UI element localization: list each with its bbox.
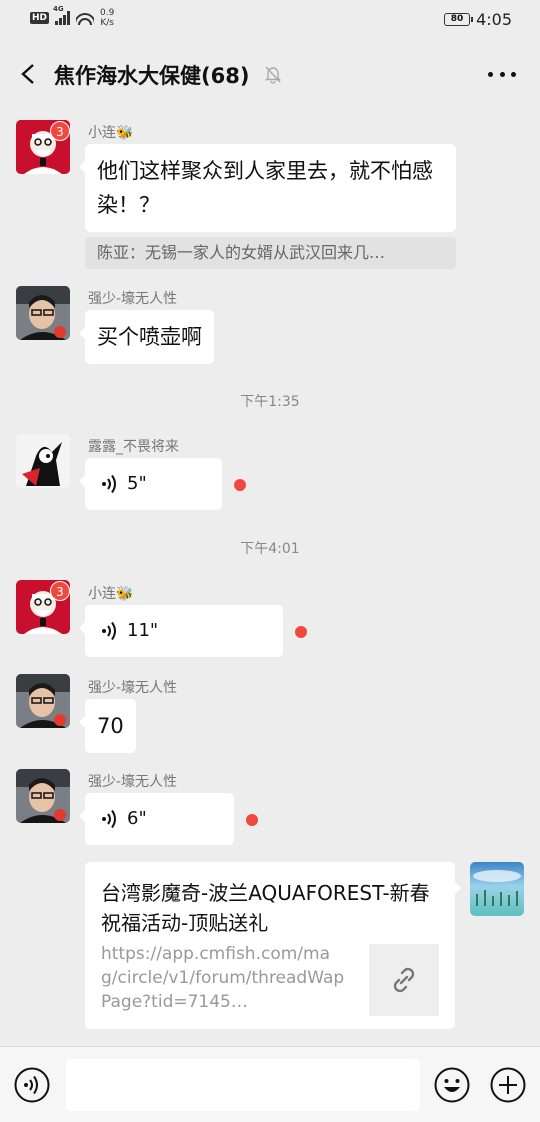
avatar-man[interactable] bbox=[16, 769, 70, 823]
sender-name: 露露_不畏将来 bbox=[88, 439, 179, 455]
sender-name: 小连🐝 bbox=[88, 586, 134, 602]
message-input[interactable] bbox=[66, 1059, 420, 1111]
status-left: HD 4G 0.9 K/s bbox=[30, 5, 114, 28]
voice-wave-icon bbox=[102, 809, 116, 829]
sender-name: 小连🐝 bbox=[88, 125, 134, 141]
link-url: https://app.cmfish.com/mag/circle/v1/for… bbox=[101, 944, 345, 1012]
unread-badge: 3 bbox=[50, 121, 70, 141]
status-right: 80 4:05 bbox=[444, 10, 512, 29]
sender-name: 强少-壕无人性 bbox=[88, 680, 178, 696]
status-bar: HD 4G 0.9 K/s 80 4:05 bbox=[0, 0, 540, 40]
message-bubble[interactable]: 买个喷壶啊 bbox=[79, 310, 214, 364]
sender-name: 强少-壕无人性 bbox=[88, 774, 178, 790]
chat-title: 焦作海水大保健(68) bbox=[54, 64, 250, 88]
voice-message[interactable]: 6" bbox=[79, 793, 234, 845]
avatar-man[interactable] bbox=[16, 674, 70, 728]
unread-dot bbox=[295, 626, 307, 638]
voice-input-icon[interactable] bbox=[14, 1067, 50, 1103]
speed-unit: K/s bbox=[100, 18, 114, 28]
chat-header: 焦作海水大保健(68) bbox=[0, 44, 540, 104]
voice-wave-icon bbox=[102, 621, 116, 641]
unread-dot bbox=[246, 814, 258, 826]
link-icon bbox=[393, 967, 415, 993]
avatar-self[interactable] bbox=[470, 862, 524, 916]
message-text: 买个喷壶啊 bbox=[97, 325, 202, 349]
message-text: 他们这样聚众到人家里去，就不怕感染！？ bbox=[97, 159, 433, 217]
time-divider: 下午1:35 bbox=[240, 394, 300, 410]
message-bubble[interactable]: 70 bbox=[79, 699, 136, 753]
avatar-man[interactable] bbox=[16, 286, 70, 340]
voice-message[interactable]: 5" bbox=[79, 458, 222, 510]
plus-icon[interactable] bbox=[490, 1067, 526, 1103]
link-card[interactable]: 台湾影魔奇-波兰AQUAFOREST-新春祝福活动-顶贴送礼 https://a… bbox=[85, 862, 461, 1029]
wifi-icon bbox=[76, 11, 94, 25]
unread-dot bbox=[234, 479, 246, 491]
voice-duration: 5" bbox=[127, 473, 147, 494]
more-icon[interactable] bbox=[488, 72, 516, 78]
voice-duration: 11" bbox=[127, 620, 159, 641]
signal-icon: 4G bbox=[53, 5, 71, 25]
network-type: 4G bbox=[53, 5, 64, 13]
input-bar bbox=[0, 1046, 540, 1122]
status-clock: 4:05 bbox=[476, 10, 512, 29]
message-bubble[interactable]: 他们这样聚众到人家里去，就不怕感染！？ bbox=[79, 144, 456, 232]
hd-indicator: HD bbox=[30, 12, 50, 24]
network-speed: 0.9 K/s bbox=[100, 8, 114, 28]
link-thumbnail bbox=[369, 944, 439, 1016]
sender-name: 强少-壕无人性 bbox=[88, 291, 178, 307]
quoted-message[interactable]: 陈亚：无锡一家人的女婿从武汉回来几… bbox=[85, 237, 456, 269]
speed-value: 0.9 bbox=[100, 8, 115, 18]
voice-message[interactable]: 11" bbox=[79, 605, 283, 657]
voice-duration: 6" bbox=[127, 808, 147, 829]
voice-wave-icon bbox=[102, 474, 116, 494]
smile-icon[interactable] bbox=[434, 1067, 470, 1103]
time-divider: 下午4:01 bbox=[240, 541, 300, 557]
message-text: 70 bbox=[97, 714, 124, 738]
bell-off-icon bbox=[264, 66, 282, 84]
link-title: 台湾影魔奇-波兰AQUAFOREST-新春祝福活动-顶贴送礼 bbox=[101, 881, 430, 935]
avatar-cartoon[interactable] bbox=[16, 434, 70, 488]
chevron-left-icon[interactable] bbox=[20, 64, 36, 84]
unread-badge: 3 bbox=[50, 581, 70, 601]
battery-icon: 80 bbox=[444, 13, 474, 26]
